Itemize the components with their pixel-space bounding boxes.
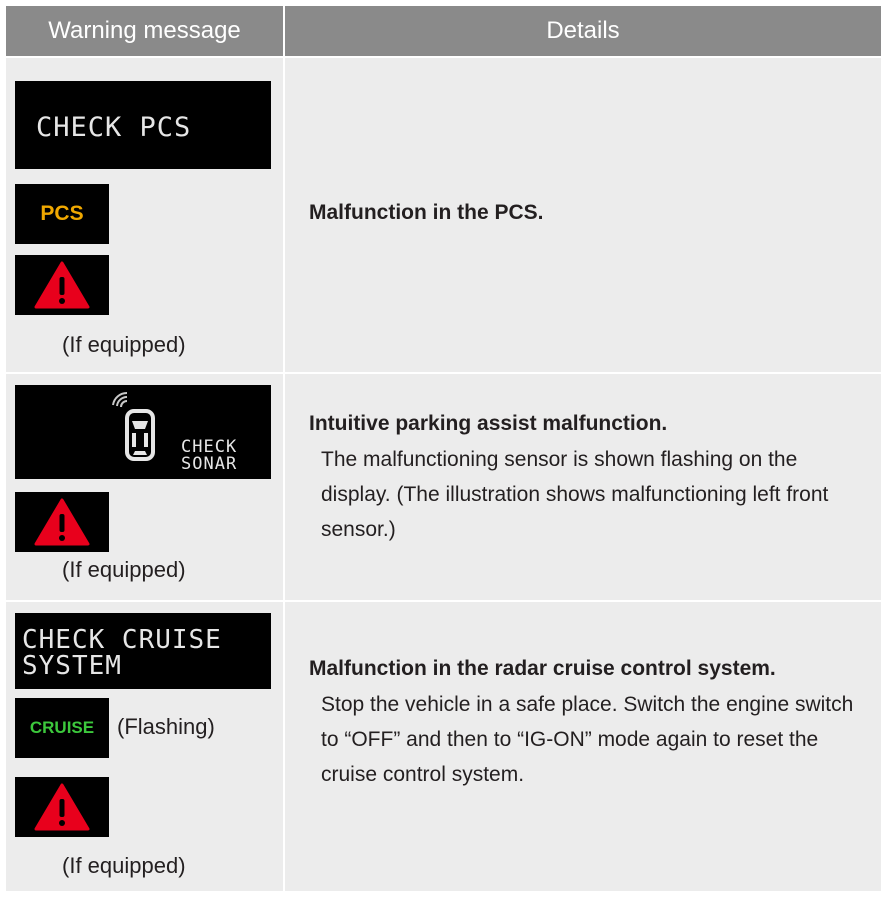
master-warning-icon (15, 255, 109, 315)
lcd-display: CHECK SONAR (15, 385, 271, 479)
row-1-details-cell: Malfunction in the PCS. (285, 58, 881, 372)
header-warning-message: Warning message (6, 6, 283, 56)
master-warning-icon (15, 492, 109, 552)
detail-body: The malfunctioning sensor is shown flash… (321, 448, 829, 541)
detail-title: Malfunction in the PCS. (309, 201, 544, 224)
indicator-label: CRUISE (29, 718, 95, 737)
row-2-warning-cell: CHECK SONAR (If equipped) (6, 374, 283, 600)
row-1-warning-cell: CHECK PCS PCS (If equipped) (6, 58, 283, 372)
lcd-text: CHECK PCS (36, 112, 192, 143)
master-warning-icon (15, 777, 109, 837)
lcd-line-2: SYSTEM (22, 651, 122, 681)
row-3-details-cell: Malfunction in the radar cruise control … (285, 602, 881, 891)
lcd-display: CHECK PCS (15, 81, 271, 169)
if-equipped-note: (If equipped) (62, 853, 186, 878)
detail-title: Intuitive parking assist malfunction. (309, 412, 668, 435)
if-equipped-note: (If equipped) (62, 332, 186, 357)
detail-body: Stop the vehicle in a safe place. Switch… (321, 693, 854, 786)
header-details: Details (285, 6, 881, 56)
row-2-details-cell: Intuitive parking assist malfunction. Th… (285, 374, 881, 600)
detail-title: Malfunction in the radar cruise control … (309, 657, 776, 680)
parking-sensor-icon (112, 391, 155, 461)
if-equipped-note: (If equipped) (62, 557, 186, 582)
flashing-note: (Flashing) (117, 714, 215, 739)
cruise-indicator: CRUISE (15, 698, 109, 758)
pcs-indicator: PCS (15, 184, 109, 244)
lcd-line-2: SONAR (181, 454, 238, 474)
lcd-line-1: CHECK CRUISE (22, 625, 222, 655)
lcd-display: CHECK CRUISE SYSTEM (15, 613, 271, 689)
warning-table: Warning message Details CHECK PCS PCS (I… (6, 6, 881, 891)
indicator-label: PCS (40, 202, 84, 225)
row-3-warning-cell: CHECK CRUISE SYSTEM CRUISE (Flashing) (I… (6, 602, 283, 891)
